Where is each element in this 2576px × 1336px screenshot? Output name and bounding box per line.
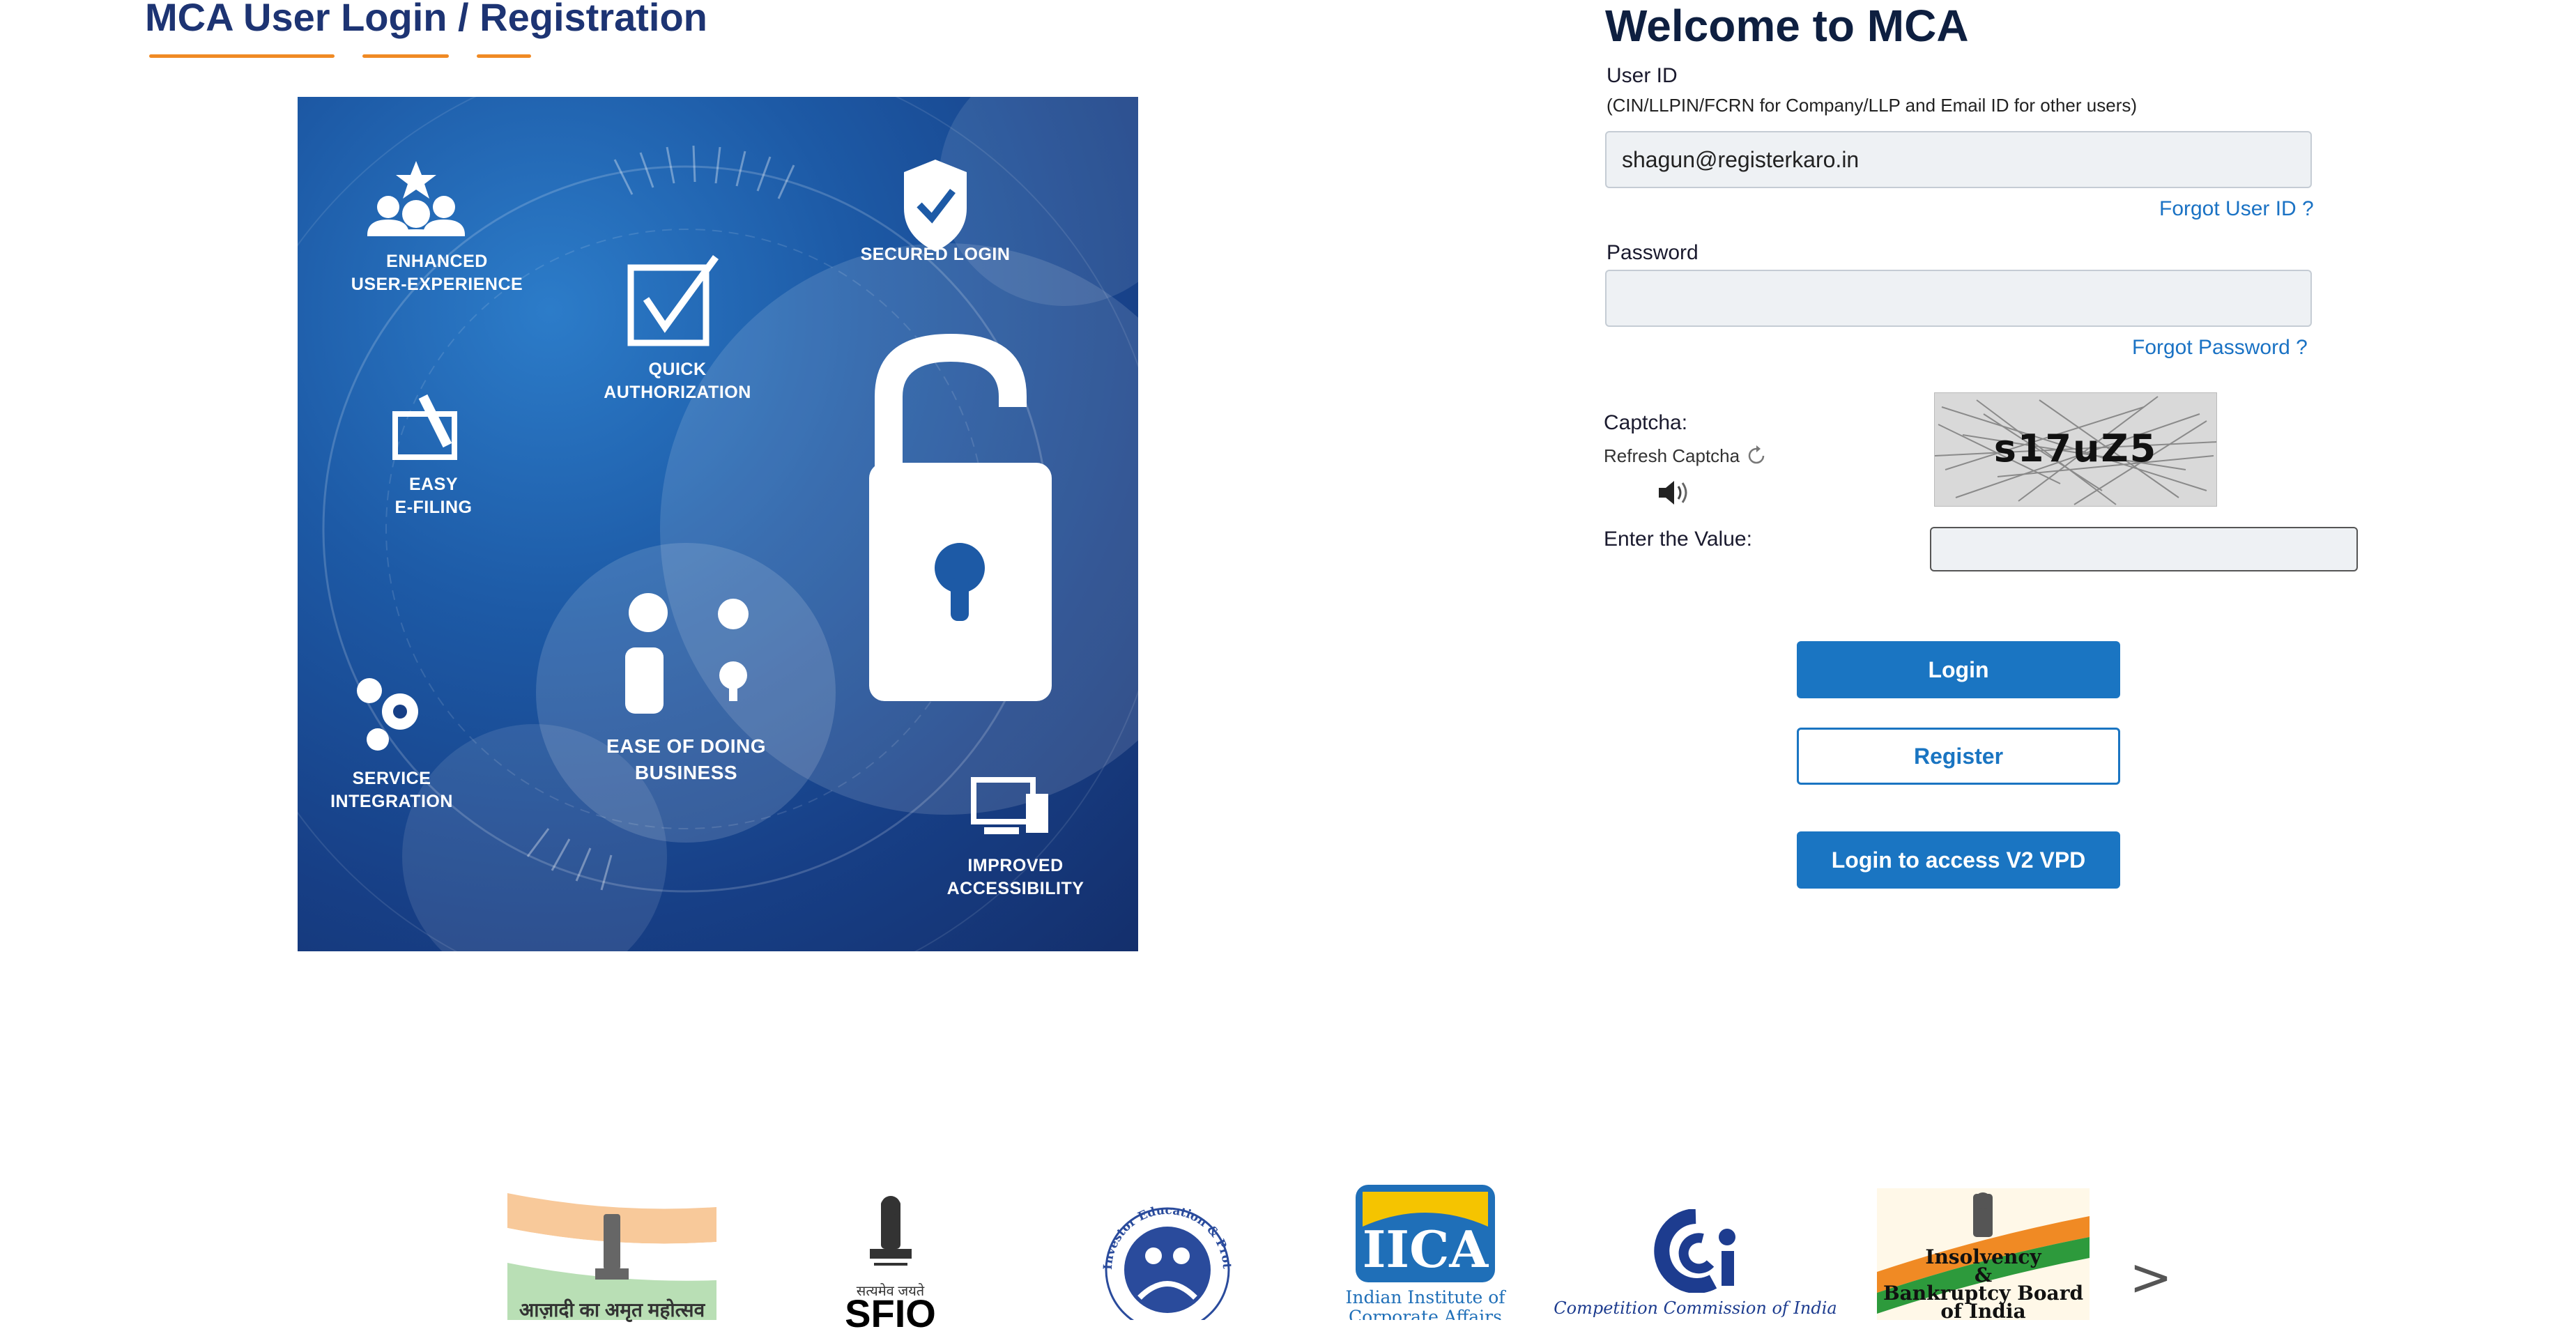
- hero-label-accessibility: IMPROVED ACCESSIBILITY: [946, 856, 1084, 898]
- captcha-image: s17uZ5: [1934, 392, 2217, 507]
- logo-iepfa[interactable]: Investor Education & Protection Fund Aut…: [1091, 1193, 1244, 1320]
- hero-label-efiling: EASY E-FILING: [394, 475, 473, 517]
- welcome-heading: Welcome to MCA: [1605, 1, 1969, 51]
- hero-label-secured: SECURED LOGIN: [860, 245, 1011, 264]
- hero-graphics: [298, 97, 1138, 951]
- logo-sfio[interactable]: सत्यमेव जयते SFIO: [826, 1193, 955, 1335]
- cci-text: Competition Commission of India: [1554, 1298, 1837, 1318]
- hero-label-service: SERVICE INTEGRATION: [330, 769, 453, 811]
- password-label: Password: [1607, 241, 1699, 264]
- password-input[interactable]: [1605, 270, 2312, 327]
- iica-mark: IICA: [1356, 1185, 1495, 1282]
- userid-input[interactable]: [1605, 131, 2312, 188]
- title-underline-3: [477, 54, 531, 58]
- userid-hint: (CIN/LLPIN/FCRN for Company/LLP and Emai…: [1607, 95, 2138, 116]
- register-button[interactable]: Register: [1797, 728, 2120, 785]
- iepfa-seal: Investor Education & Protection Fund Aut…: [1091, 1193, 1234, 1320]
- captcha-input[interactable]: [1930, 527, 2358, 571]
- forgot-password-link[interactable]: Forgot Password ?: [2132, 336, 2308, 360]
- forgot-userid-link[interactable]: Forgot User ID ?: [2159, 197, 2314, 221]
- logo-cci[interactable]: Competition Commission of India: [1554, 1209, 1837, 1320]
- hero-label-enhanced: ENHANCED USER-EXPERIENCE: [351, 252, 523, 294]
- cci-mark: [1653, 1209, 1735, 1293]
- login-v2-vpd-button[interactable]: Login to access V2 VPD: [1797, 831, 2120, 889]
- title-underline-1: [149, 54, 335, 58]
- azadi-text: आज़ादी का अमृत महोत्सव: [519, 1299, 705, 1321]
- enter-value-label: Enter the Value:: [1604, 528, 1752, 551]
- hero-label-quick: QUICK AUTHORIZATION: [604, 360, 751, 402]
- hero-illustration: ENHANCED USER-EXPERIENCE SECURED LOGIN QU…: [298, 97, 1138, 951]
- login-button[interactable]: Login: [1797, 641, 2120, 698]
- userid-label: User ID: [1607, 64, 1678, 87]
- logo-ibbi[interactable]: Insolvency & Bankruptcy Board of India: [1877, 1188, 2090, 1320]
- captcha-code: s17uZ5: [1993, 427, 2158, 470]
- page-title: MCA User Login / Registration: [145, 0, 707, 39]
- logo-carousel-next-arrow[interactable]: >: [2129, 1247, 2172, 1307]
- refresh-captcha-label: Refresh Captcha: [1604, 445, 1740, 466]
- captcha-label: Captcha:: [1604, 411, 1688, 434]
- audio-captcha-icon[interactable]: [1656, 478, 1692, 507]
- sfio-text: SFIO: [845, 1291, 936, 1335]
- title-underline-2: [362, 54, 449, 58]
- emblem-icon: [869, 1196, 912, 1266]
- logo-azadi-ka-amrit-mahotsav[interactable]: आज़ादी का अमृत महोत्सव: [507, 1193, 716, 1321]
- ibbi-line-4: of India: [1940, 1300, 2026, 1321]
- ibbi-text: Insolvency & Bankruptcy Board of India: [1877, 1247, 2090, 1321]
- refresh-icon: [1748, 445, 1765, 464]
- hero-label-ease: EASE OF DOING BUSINESS: [606, 735, 766, 783]
- iica-logo-text: IICA: [1363, 1220, 1489, 1279]
- iica-subtitle: Indian Institute of Corporate Affairs: [1345, 1287, 1505, 1321]
- logo-iica[interactable]: IICA Indian Institute of Corporate Affai…: [1338, 1185, 1512, 1320]
- refresh-captcha-button[interactable]: Refresh Captcha: [1604, 445, 1768, 467]
